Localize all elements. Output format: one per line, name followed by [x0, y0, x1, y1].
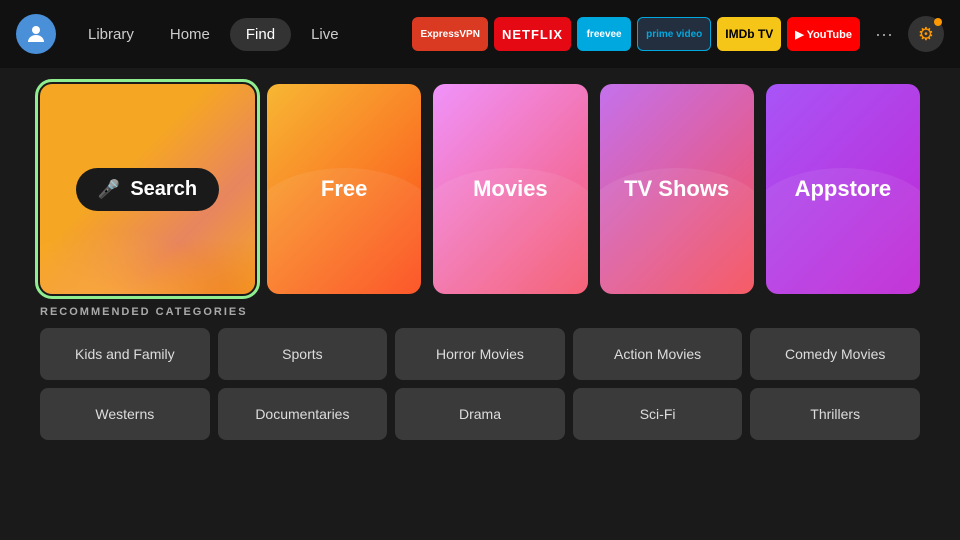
category-horror-movies[interactable]: Horror Movies: [395, 328, 565, 380]
settings-button[interactable]: ⚙: [908, 16, 944, 52]
wave-overlay: [766, 168, 920, 294]
tile-appstore[interactable]: Appstore: [766, 84, 920, 294]
main-content: 🎤 Search Free Movies TV Shows Appstore: [0, 68, 960, 306]
search-label: Search: [130, 178, 197, 201]
tile-free[interactable]: Free: [267, 84, 421, 294]
category-action-movies[interactable]: Action Movies: [573, 328, 743, 380]
avatar[interactable]: [16, 14, 56, 54]
header: Library Home Find Live ExpressVPN NETFLI…: [0, 0, 960, 68]
category-thrillers[interactable]: Thrillers: [750, 388, 920, 440]
nav-library[interactable]: Library: [72, 18, 150, 51]
app-expressvpn[interactable]: ExpressVPN: [412, 17, 487, 51]
category-comedy-movies[interactable]: Comedy Movies: [750, 328, 920, 380]
category-documentaries[interactable]: Documentaries: [218, 388, 388, 440]
tile-movies[interactable]: Movies: [433, 84, 587, 294]
category-sports[interactable]: Sports: [218, 328, 388, 380]
more-button[interactable]: ···: [866, 17, 902, 51]
category-scifi[interactable]: Sci-Fi: [573, 388, 743, 440]
app-youtube[interactable]: ▶ YouTube: [787, 17, 860, 51]
wave-overlay: [433, 168, 587, 294]
category-kids-and-family[interactable]: Kids and Family: [40, 328, 210, 380]
settings-notification-dot: [934, 18, 942, 26]
categories-title: RECOMMENDED CATEGORIES: [40, 306, 920, 318]
category-westerns[interactable]: Westerns: [40, 388, 210, 440]
wave-decoration: [40, 214, 255, 294]
categories-section: RECOMMENDED CATEGORIES Kids and Family S…: [0, 306, 960, 440]
gear-icon: ⚙: [918, 24, 934, 45]
app-prime[interactable]: prime video: [637, 17, 711, 51]
app-imdb[interactable]: IMDb TV: [717, 17, 781, 51]
nav-home[interactable]: Home: [154, 18, 226, 51]
category-drama[interactable]: Drama: [395, 388, 565, 440]
tiles-row: 🎤 Search Free Movies TV Shows Appstore: [40, 84, 920, 294]
tile-search[interactable]: 🎤 Search: [40, 84, 255, 294]
wave-overlay: [267, 168, 421, 294]
nav: Library Home Find Live: [72, 18, 355, 51]
mic-icon: 🎤: [98, 179, 120, 200]
app-freevee[interactable]: freevee: [577, 17, 631, 51]
nav-find[interactable]: Find: [230, 18, 291, 51]
search-pill[interactable]: 🎤 Search: [76, 168, 219, 211]
wave-overlay: [600, 168, 754, 294]
nav-live[interactable]: Live: [295, 18, 355, 51]
app-icons: ExpressVPN NETFLIX freevee prime video I…: [412, 16, 944, 52]
app-netflix[interactable]: NETFLIX: [494, 17, 571, 51]
categories-grid: Kids and Family Sports Horror Movies Act…: [40, 328, 920, 440]
tile-tvshows[interactable]: TV Shows: [600, 84, 754, 294]
